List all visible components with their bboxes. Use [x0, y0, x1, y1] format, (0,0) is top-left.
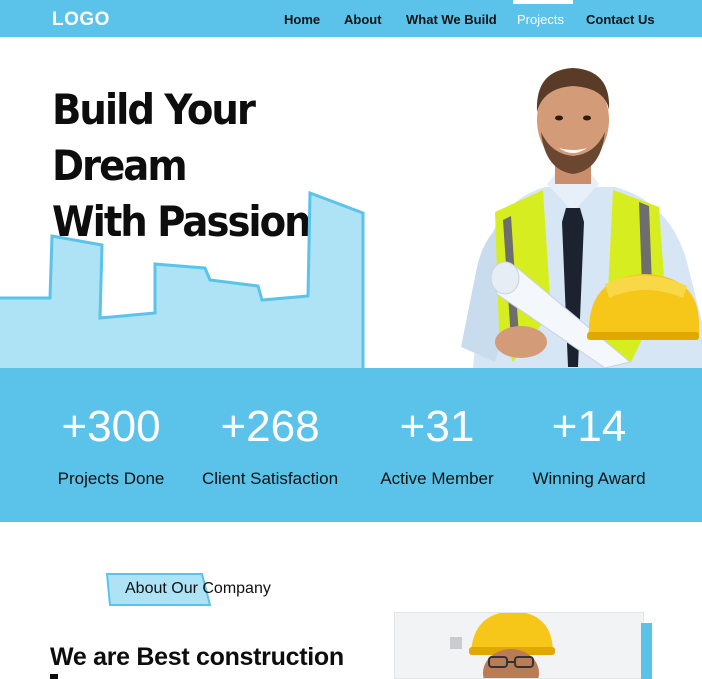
stat-label: Client Satisfaction [201, 469, 339, 488]
worker-photo-graphic [450, 613, 555, 678]
stat-client-satisfaction: +268 Client Satisfaction [194, 368, 346, 522]
nav-link-contact-us[interactable]: Contact Us [586, 12, 655, 27]
city-skyline-graphic [0, 190, 365, 370]
stat-active-member: +31 Active Member [366, 368, 508, 522]
about-tag-label: About Our Company [125, 580, 271, 597]
nav-link-home[interactable]: Home [284, 12, 320, 27]
nav-link-about[interactable]: About [344, 12, 382, 27]
stat-projects-done: +300 Projects Done [40, 368, 182, 522]
engineer-with-blueprints-illustration [461, 68, 702, 368]
stat-label: Winning Award [532, 469, 646, 488]
about-heading: We are Best construction [50, 643, 344, 671]
stat-label: Projects Done [57, 469, 165, 488]
stat-number: +31 [399, 402, 475, 451]
stat-number: +300 [61, 402, 161, 451]
worker-with-helmet-photo [394, 612, 644, 679]
photo-accent-bar [641, 623, 652, 679]
stat-number: +268 [220, 402, 320, 451]
logo[interactable]: LOGO [52, 9, 110, 31]
nav-link-what-we-build[interactable]: What We Build [406, 12, 497, 27]
hero-title-line-1: Build Your Dream [52, 85, 256, 190]
nav-link-projects[interactable]: Projects [517, 12, 564, 27]
top-navigation-bar: LOGO Home About What We Build Projects C… [0, 0, 702, 37]
stat-number: +14 [551, 402, 627, 451]
about-heading-overflow [50, 674, 58, 679]
stat-winning-award: +14 Winning Award [518, 368, 660, 522]
statistics-section: +300 Projects Done +268 Client Satisfact… [0, 368, 702, 522]
stat-label: Active Member [380, 469, 494, 488]
nav-active-indicator [513, 0, 573, 4]
